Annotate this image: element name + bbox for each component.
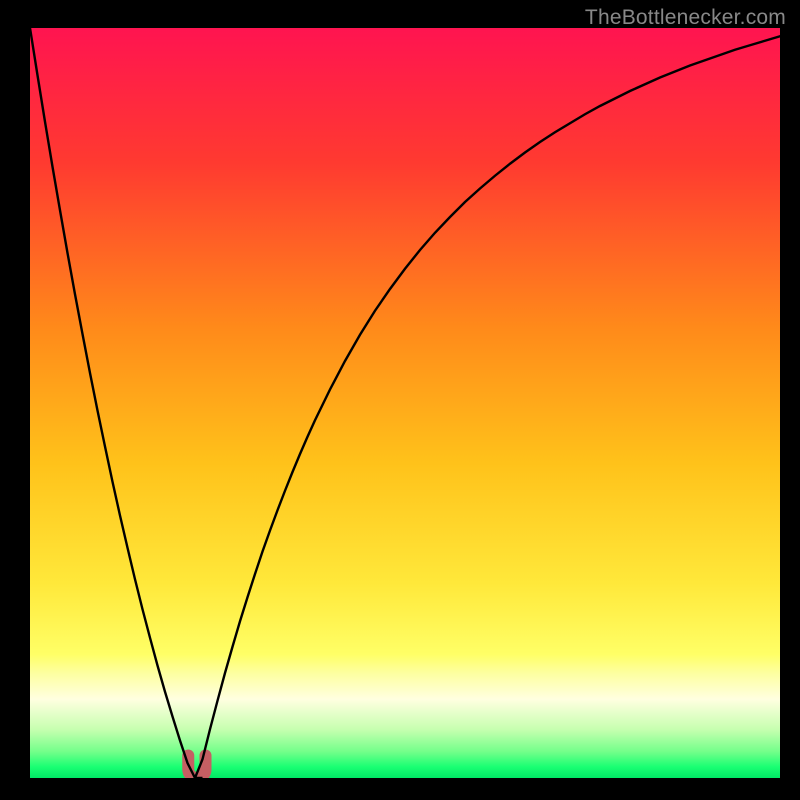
bottleneck-chart bbox=[30, 28, 780, 778]
watermark-label: TheBottlenecker.com bbox=[585, 6, 786, 30]
gradient-background bbox=[30, 28, 780, 778]
chart-frame: TheBottlenecker.com bbox=[0, 0, 800, 800]
